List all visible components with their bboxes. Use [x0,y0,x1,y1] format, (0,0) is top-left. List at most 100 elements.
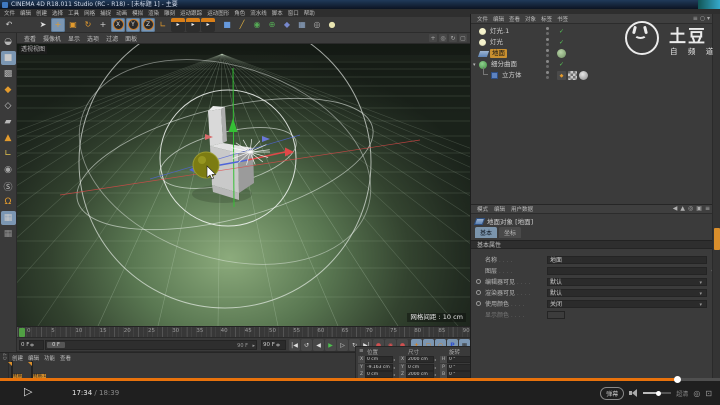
coord-value-field[interactable]: 0 cm [406,364,434,371]
add-spline-icon[interactable]: ╱ [235,18,249,32]
menubar-item[interactable]: 创建 [36,9,47,17]
render-picture-viewer-icon[interactable]: ▸ [186,18,200,32]
field-value[interactable]: 关闭▾ [547,300,707,308]
attribute-menu-item[interactable]: 用户数据 [511,205,533,213]
undo-icon[interactable]: ↶ [2,18,16,32]
coord-value-field[interactable]: 0 cm [365,356,393,363]
material-menu-item[interactable]: 创建 [12,354,23,362]
live-selection-icon[interactable]: ➤ [36,18,50,32]
menubar-item[interactable]: 选择 [52,9,63,17]
play-button[interactable]: ▶ [325,339,336,351]
object-manager-menu-item[interactable]: 文件 [477,15,488,23]
render-dot-icon[interactable] [546,43,549,46]
add-array-icon[interactable]: ⊕ [265,18,279,32]
model-mode-icon[interactable]: ■ [1,51,16,65]
field-value[interactable]: 默认▾ [547,289,707,297]
viewport[interactable]: 查看摄像机显示选项过滤面板+◎↻▢ 透视视图 网格间距 : 10 cm [17,33,470,326]
color-swatch[interactable] [547,311,565,319]
menubar-item[interactable]: 捕捉 [100,9,111,17]
magnet-snap-icon[interactable]: Ω [1,195,16,209]
menubar-item[interactable]: 动画 [116,9,127,17]
layer-tab[interactable] [714,228,720,250]
field-value[interactable]: 默认▾ [547,278,707,286]
add-deformer-icon[interactable]: ◆ [280,18,294,32]
move-tool-icon[interactable]: + [51,18,65,32]
editor-dot-icon[interactable] [546,27,549,30]
editor-dot-icon[interactable] [546,60,549,63]
object-name[interactable]: 灯光 [488,38,505,47]
spinner-icon[interactable]: ◂ [434,364,438,371]
enabled-check-icon[interactable]: ✓ [557,27,566,36]
points-mode-icon[interactable]: ◆ [1,83,16,97]
menubar-item[interactable]: 窗口 [288,9,299,17]
menubar-item[interactable]: 渲染 [148,9,159,17]
attribute-menu-item[interactable]: 编辑 [494,205,505,213]
spinner-icon[interactable]: ◂ [434,356,438,363]
spinner-icon[interactable]: ◂ [393,364,397,371]
viewport-menu-item[interactable]: 摄像机 [43,34,61,43]
add-cube-icon[interactable]: ■ [220,18,234,32]
dropdown-arrow-icon[interactable]: ▾ [699,280,702,287]
z-axis-icon[interactable]: Z [141,18,155,32]
editor-dot-icon[interactable] [546,49,549,52]
lock-icon[interactable]: ▲ [680,205,685,212]
menubar-item[interactable]: 帮助 [304,9,315,17]
render-dot-icon[interactable] [546,32,549,35]
object-manager-menu-item[interactable]: 编辑 [493,15,504,23]
add-light-icon[interactable]: ● [325,18,339,32]
attribute-menu-item[interactable]: 模式 [477,205,488,213]
object-manager-menu-item[interactable]: 查看 [509,15,520,23]
workplane-icon[interactable]: ▦ [1,211,16,225]
search-icon[interactable]: ◎ [688,205,693,212]
visibility-dots[interactable] [545,71,550,80]
object-manager-menu-item[interactable]: 对象 [525,15,536,23]
slider-arrow-icon[interactable]: ▸ [252,343,255,349]
coordinate-l-icon[interactable]: ∟ [1,147,16,161]
panel-icon[interactable]: ▣ [696,205,702,212]
enabled-check-icon[interactable]: ✓ [557,60,566,69]
menubar-item[interactable]: 角色 [234,9,245,17]
menubar-item[interactable]: 运动跟踪 [180,9,202,17]
viewport-menu-item[interactable]: 显示 [68,34,80,43]
y-axis-icon[interactable]: Y [126,18,140,32]
end-frame-field[interactable]: 90 F [261,340,286,350]
attribute-section-header[interactable]: 基本属性 [471,240,713,249]
slider-handle[interactable]: 0 F [47,342,65,348]
current-frame-marker[interactable] [19,328,25,337]
render-view-icon[interactable]: ▸ [171,18,185,32]
viewport-canvas[interactable]: 透视视图 网格间距 : 10 cm [17,44,470,326]
material-menu-item[interactable]: 编辑 [28,354,39,362]
enabled-check-icon[interactable]: ✓ [557,38,566,47]
goto-start-button[interactable]: |◀ [289,339,300,351]
viewport-menu-item[interactable]: 过滤 [106,34,118,43]
snap-s-icon[interactable]: Ⓢ [1,179,16,193]
menubar-item[interactable]: 文件 [4,9,15,17]
object-name[interactable]: 地面 [490,49,507,58]
dolly-view-icon[interactable]: ◎ [439,34,447,42]
scale-tool-icon[interactable]: ▣ [66,18,80,32]
uvw-tag[interactable] [568,71,577,80]
selection-tag[interactable]: ◆ [557,71,566,80]
play-button[interactable]: ▷ [24,385,32,398]
volume-handle[interactable] [656,391,661,396]
menubar-item[interactable]: 运动图形 [207,9,229,17]
visibility-dots[interactable] [545,49,550,58]
timeline-slider[interactable]: 0 F 90 F ▸ [45,340,257,350]
fullscreen-icon[interactable]: ⊡ [705,389,712,398]
previous-frame-button[interactable]: ◀ [313,339,324,351]
material-menu-item[interactable]: 查看 [60,354,71,362]
visibility-dots[interactable] [545,27,550,36]
coord-check-icon[interactable]: ≡ [359,348,364,354]
coord-value-field[interactable]: 2000 cm [406,356,434,363]
rotate-view-icon[interactable]: ↻ [449,34,457,42]
spinner-icon[interactable] [276,341,281,349]
settings-icon[interactable]: ◎ [693,389,700,398]
object-name[interactable]: 立方体 [500,71,524,80]
timeline-ruler[interactable]: 051015202530354045505560657075808590 [17,326,470,338]
render-dot-icon[interactable] [546,54,549,57]
keyframe-circle-icon[interactable] [476,301,481,306]
expander-icon[interactable]: ▾ [473,62,476,68]
loop-button[interactable]: ↺ [301,339,312,351]
viewport-menu-item[interactable]: 选项 [87,34,99,43]
viewport-solo-icon[interactable]: ◉ [1,163,16,177]
